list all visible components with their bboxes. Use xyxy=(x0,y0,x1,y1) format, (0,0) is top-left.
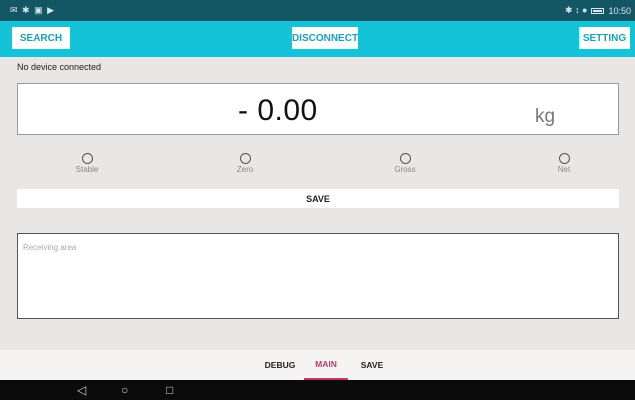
tab-debug[interactable]: DEBUG xyxy=(258,350,302,380)
setting-button[interactable]: SETTING xyxy=(579,27,630,49)
battery-icon xyxy=(591,7,605,14)
status-time: 10:50 xyxy=(608,5,631,16)
indicator-label: Zero xyxy=(236,165,254,174)
status-bar: ✉ ✱ ▣ ▶ ✱ ↕ ● 10:50 xyxy=(0,0,635,21)
tab-save[interactable]: SAVE xyxy=(350,350,394,380)
save-button[interactable]: SAVE xyxy=(17,189,619,208)
signal-icons: ✱ ↕ ● xyxy=(564,5,588,15)
disconnect-button[interactable]: DISCONNECT xyxy=(292,27,358,49)
home-circle-icon[interactable]: ○ xyxy=(121,382,128,398)
indicator-label: Net xyxy=(557,165,571,174)
indicator-gross: Gross xyxy=(375,153,435,174)
indicator-label: Gross xyxy=(394,165,416,174)
indicator-label: Stable xyxy=(75,165,99,174)
net-radio-icon xyxy=(558,153,570,164)
notification-icons: ✉ ✱ ▣ ▶ xyxy=(10,5,56,15)
zero-radio-icon xyxy=(239,153,251,164)
tab-main[interactable]: MAIN xyxy=(304,350,348,380)
weight-display: - 0.00 kg xyxy=(17,83,619,135)
status-icons-group: ✱ ↕ ● 10:50 xyxy=(565,5,631,16)
indicator-net: Net xyxy=(534,153,594,174)
gross-radio-icon xyxy=(399,153,411,164)
weight-value: - 0.00 xyxy=(238,94,318,127)
search-button[interactable]: SEARCH xyxy=(12,27,70,49)
stable-radio-icon xyxy=(81,153,93,164)
receiving-area-input[interactable] xyxy=(17,233,619,319)
indicator-stable: Stable xyxy=(57,153,117,174)
connection-status: No device connected xyxy=(17,62,102,72)
recents-square-icon[interactable]: □ xyxy=(166,382,173,398)
system-nav-bar: ◁ ○ □ xyxy=(0,380,635,400)
top-toolbar: SEARCH DISCONNECT SETTING xyxy=(0,21,635,57)
indicator-zero: Zero xyxy=(215,153,275,174)
weight-unit: kg xyxy=(535,106,556,127)
bottom-nav: DEBUG MAIN SAVE xyxy=(0,350,635,380)
back-triangle-icon[interactable]: ◁ xyxy=(77,382,86,398)
